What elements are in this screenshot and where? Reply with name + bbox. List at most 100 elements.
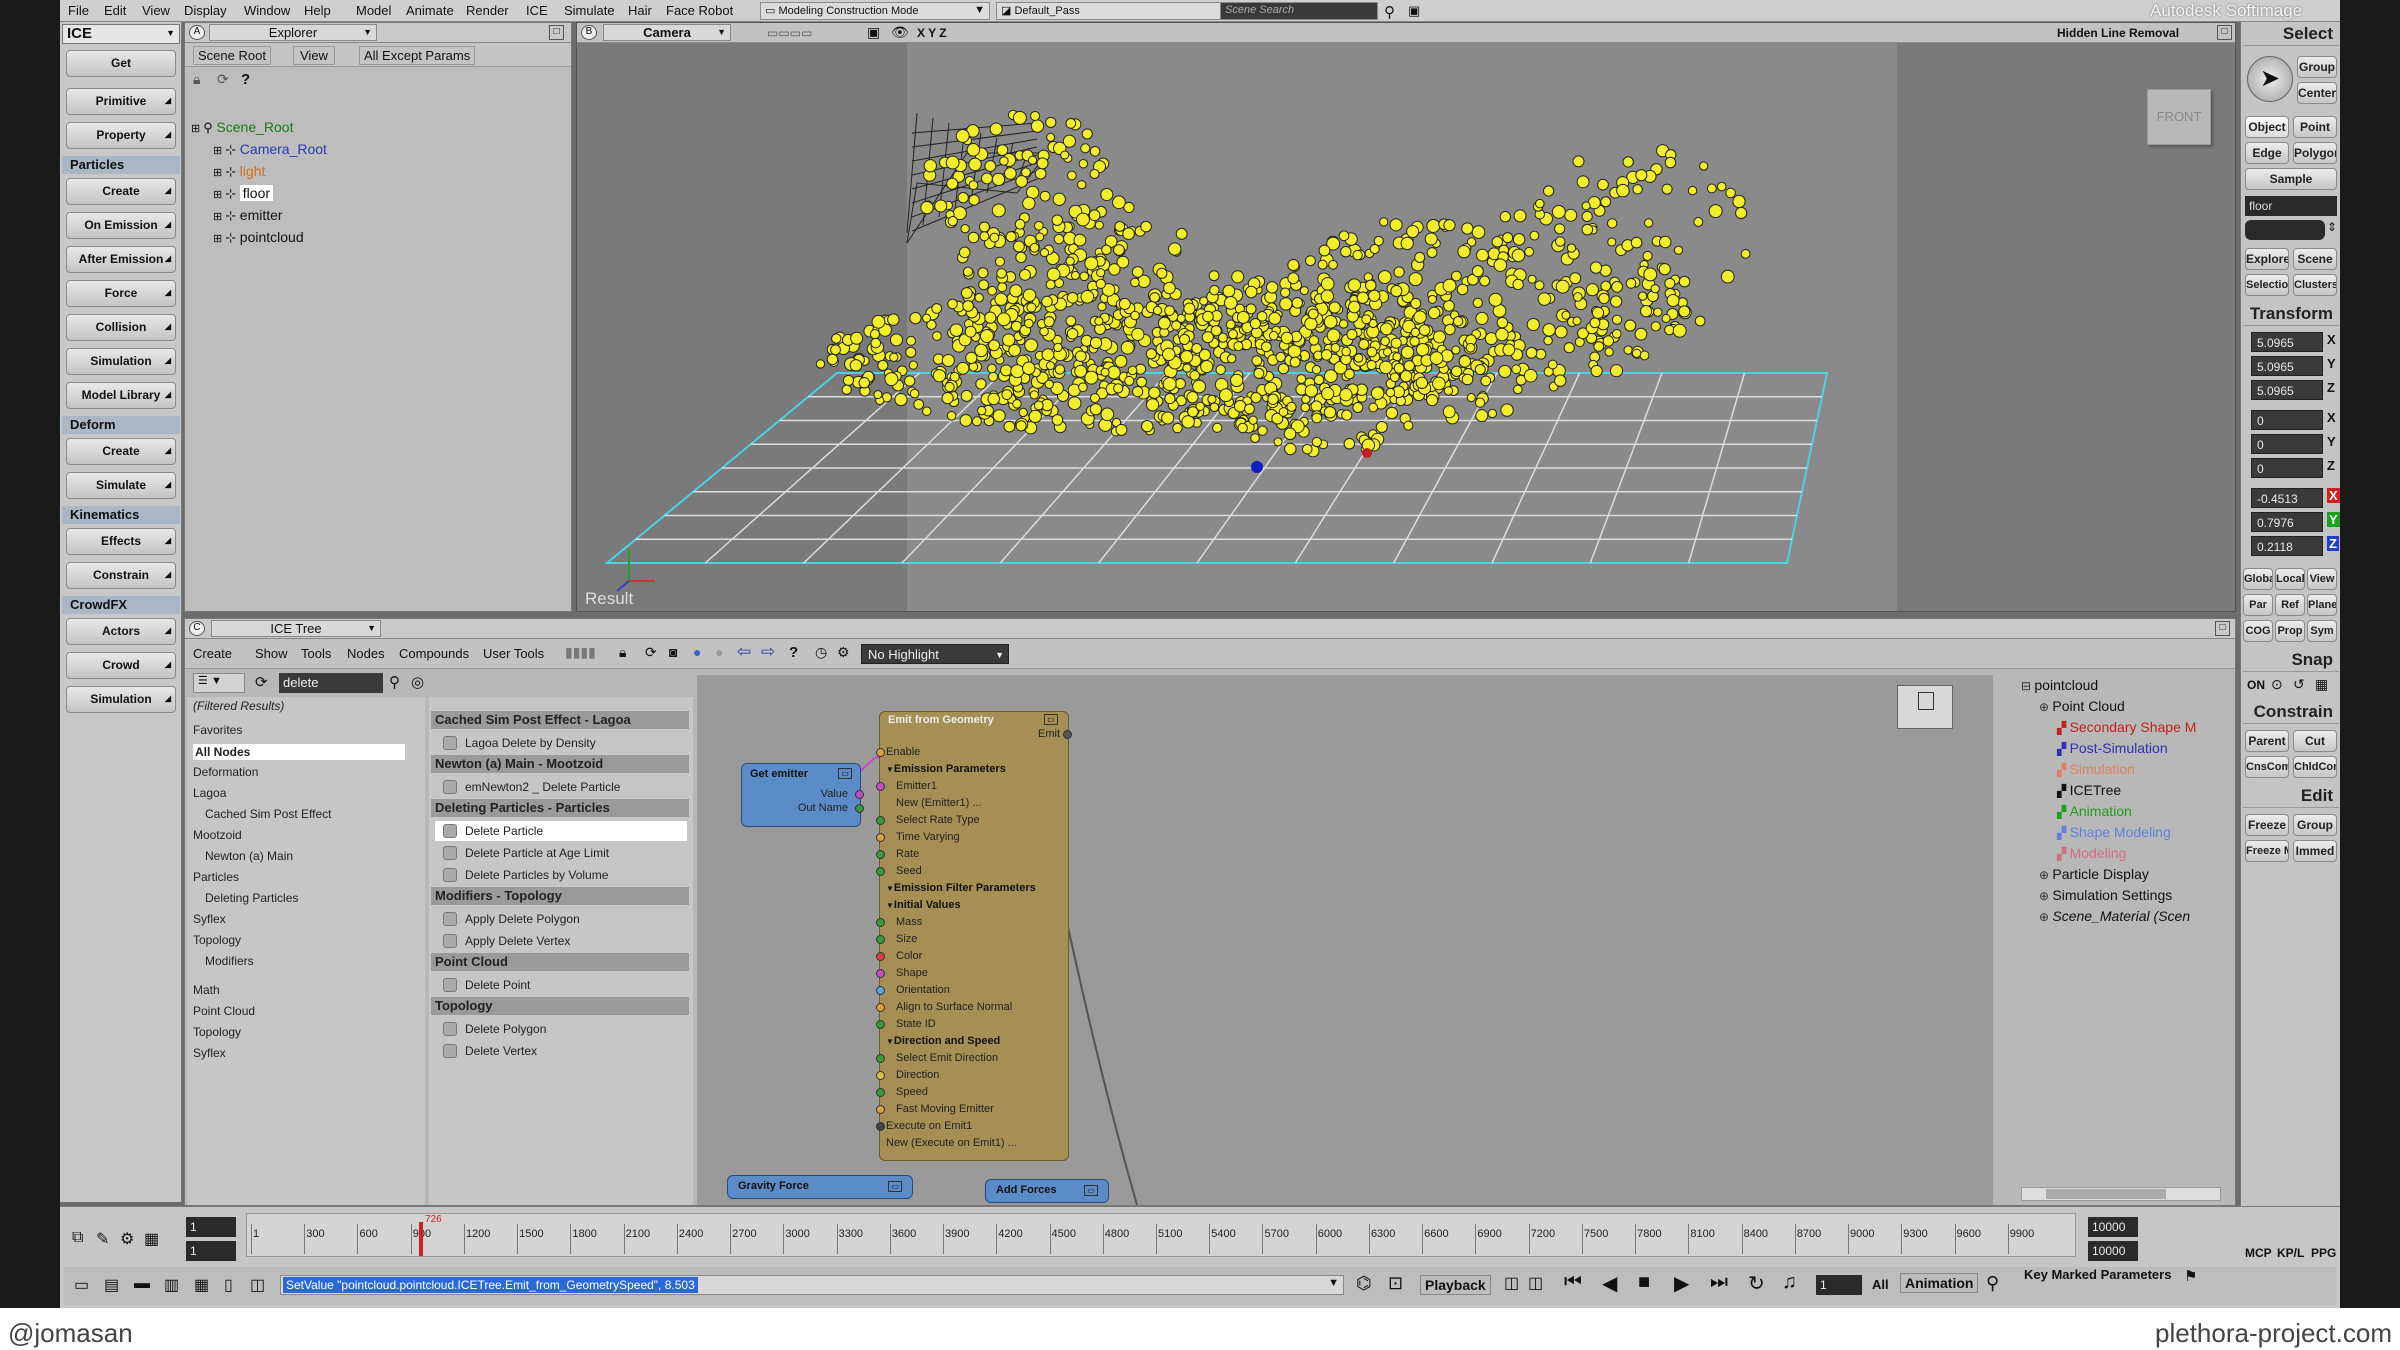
center-button[interactable]: Center <box>2297 82 2337 104</box>
mcp-tab[interactable]: MCP <box>2245 1246 2272 1260</box>
create-button[interactable]: Create ◢ <box>66 438 176 465</box>
eye-icon[interactable]: 👁︎ <box>891 24 909 41</box>
outliner-item[interactable]: ⊕ Scene_Material (Scen <box>2039 908 2190 924</box>
maximize-icon[interactable]: □ <box>2217 25 2232 40</box>
playback-button[interactable]: Playback <box>1420 1275 1491 1295</box>
frame-all-icon[interactable]: ◙ <box>669 644 677 660</box>
rotate-y-field[interactable]: 0 <box>2251 434 2323 454</box>
tree-node-floor[interactable]: ⊞ ⊹ floor <box>213 185 274 202</box>
panel-letter-c-icon[interactable]: C <box>189 621 205 636</box>
tree-node-pointcloud[interactable]: ⊞ ⊹ pointcloud <box>213 229 304 246</box>
layout-side-icon[interactable]: ▥ <box>164 1275 179 1295</box>
object-mode-button[interactable]: Object <box>2245 116 2289 138</box>
audio-icon[interactable]: ♫ <box>1782 1271 1797 1294</box>
refresh-icon[interactable]: ⟳ <box>645 644 657 661</box>
expand-icon[interactable]: ⊞ <box>213 167 225 179</box>
node-category-item[interactable]: Lagoa <box>193 786 226 800</box>
create-button[interactable]: Create ◢ <box>66 178 176 205</box>
menu-window[interactable]: Window <box>244 3 290 18</box>
outliner-item[interactable]: ▞ Modeling <box>2057 845 2126 861</box>
current-frame-field[interactable]: 1 <box>186 1241 236 1261</box>
pass-dropdown[interactable]: ◪ Default_Pass▼ <box>996 2 1252 20</box>
expand-icon[interactable]: ⊞ <box>213 211 225 223</box>
help-icon[interactable]: ? <box>241 71 250 88</box>
display-mode-icon[interactable]: ▣ <box>867 24 880 41</box>
menu-render[interactable]: Render <box>466 3 509 18</box>
simulation-button[interactable]: Simulation ◢ <box>66 348 176 375</box>
layout-single-icon[interactable]: ▭ <box>74 1275 89 1295</box>
loop-icon[interactable]: ↻ <box>1748 1271 1765 1296</box>
port-connector[interactable] <box>876 867 885 876</box>
outliner-item[interactable]: ▞ Post-Simulation <box>2057 740 2168 756</box>
scene-search-input[interactable]: Scene Search <box>1220 2 1378 20</box>
scene-root-button[interactable]: Scene Root <box>193 46 271 65</box>
node-category-item[interactable]: Cached Sim Post Effect <box>205 807 332 821</box>
gear-icon[interactable]: ⚙︎ <box>120 1229 134 1249</box>
first-frame-icon[interactable]: ⏮ <box>1564 1271 1582 1294</box>
sample-button[interactable]: Sample <box>2245 168 2337 190</box>
node-collapse-icon[interactable]: ▭ <box>1084 1185 1098 1196</box>
scale-x-field[interactable]: 5.0965 <box>2251 332 2323 352</box>
expand-icon[interactable]: ⊞ <box>213 233 225 245</box>
layout-quad-icon[interactable]: ▦ <box>194 1275 209 1295</box>
edge-mode-button[interactable]: Edge <box>2245 142 2289 164</box>
view-button[interactable]: View <box>2307 568 2337 590</box>
port-section-header[interactable]: ▼Direction and Speed <box>886 1035 1000 1047</box>
layout-tall-icon[interactable]: ▯ <box>224 1275 233 1295</box>
translate-y-field[interactable]: 0.7976 <box>2251 512 2323 532</box>
port-section-header[interactable]: ▼Initial Values <box>886 899 961 911</box>
port-connector[interactable] <box>876 1088 885 1097</box>
viewport-camera[interactable]: B Camera ▼ ▭▭▭▭ ▣ 👁︎ X Y Z Hidden Line Re… <box>576 22 2236 612</box>
ref-button[interactable]: Ref <box>2275 594 2305 616</box>
node-collapse-icon[interactable]: ▭ <box>838 768 852 779</box>
menu-file[interactable]: File <box>68 3 89 18</box>
simulate-button[interactable]: Simulate ◢ <box>66 472 176 499</box>
playback-frame-field[interactable]: 1 <box>1816 1275 1862 1295</box>
camera-dropdown[interactable]: Camera ▼ <box>603 24 731 41</box>
immed-button[interactable]: Immed <box>2293 840 2337 862</box>
layout-split-icon[interactable]: ▤ <box>104 1275 119 1295</box>
property-button[interactable]: Property ◢ <box>66 122 176 149</box>
simulation-button[interactable]: Simulation ◢ <box>66 686 176 713</box>
brush-icon[interactable]: ✎ <box>96 1229 109 1249</box>
translate-x-field[interactable]: -0.4513 <box>2251 488 2323 508</box>
select-arrow-tool[interactable]: ➤ <box>2247 56 2293 102</box>
menu-edit[interactable]: Edit <box>104 3 126 18</box>
outliner-scrollbar[interactable] <box>2021 1187 2221 1201</box>
menu-face-robot[interactable]: Face Robot <box>666 3 733 18</box>
layout-bottom-icon[interactable]: ▬ <box>134 1275 150 1293</box>
snap-curve-icon[interactable]: ↺ <box>2293 676 2305 693</box>
key-marker-icon[interactable]: ⚑ <box>2184 1267 2197 1285</box>
preset-item[interactable]: Apply Delete Polygon <box>435 909 687 929</box>
end-frame-field-2[interactable]: 10000 <box>2088 1241 2138 1261</box>
kpl-tab[interactable]: KP/L <box>2277 1246 2304 1260</box>
port-connector[interactable] <box>876 986 885 995</box>
play-backward-icon[interactable]: ◀ <box>1602 1271 1617 1296</box>
forward-arrow-icon[interactable]: ⇨ <box>761 642 775 662</box>
outliner-item[interactable]: ⊕ Point Cloud <box>2039 698 2125 714</box>
port-connector[interactable] <box>876 1105 885 1114</box>
prop-button[interactable]: Prop <box>2275 620 2305 642</box>
snap-point-icon[interactable]: ⊙ <box>2271 676 2283 693</box>
time-ruler[interactable]: 1300600900120015001800210024002700300033… <box>246 1213 2076 1257</box>
preset-item[interactable]: Delete Particles by Volume <box>435 865 687 885</box>
panel-letter-b-icon[interactable]: B <box>581 25 597 40</box>
plane-button[interactable]: Plane <box>2307 594 2337 616</box>
display-mode-label[interactable]: Hidden Line Removal <box>2057 26 2179 40</box>
node-category-item[interactable]: Syflex <box>193 1046 226 1060</box>
start-frame-field[interactable]: 1 <box>186 1217 236 1237</box>
node-collapse-icon[interactable]: ▭ <box>1044 714 1058 725</box>
constrain-button[interactable]: Constrain ◢ <box>66 562 176 589</box>
freeze-button[interactable]: Freeze <box>2245 814 2289 836</box>
prev-key-icon[interactable]: ◫ <box>1504 1273 1519 1293</box>
preset-item[interactable]: emNewton2 _ Delete Particle <box>435 777 687 797</box>
graph-navigator[interactable] <box>1897 685 1953 729</box>
port-connector[interactable] <box>876 1003 885 1012</box>
parent-button[interactable]: Parent <box>2245 730 2289 752</box>
end-frame-field[interactable]: 10000 <box>2088 1217 2138 1237</box>
view-mode-dropdown[interactable]: ☰ ▼ <box>193 673 245 693</box>
port-connector[interactable] <box>876 833 885 842</box>
clusters-button[interactable]: Clusters <box>2293 274 2337 296</box>
globe-icon[interactable]: ● <box>693 644 701 660</box>
settings-icon[interactable]: ⚙︎ <box>837 644 850 661</box>
